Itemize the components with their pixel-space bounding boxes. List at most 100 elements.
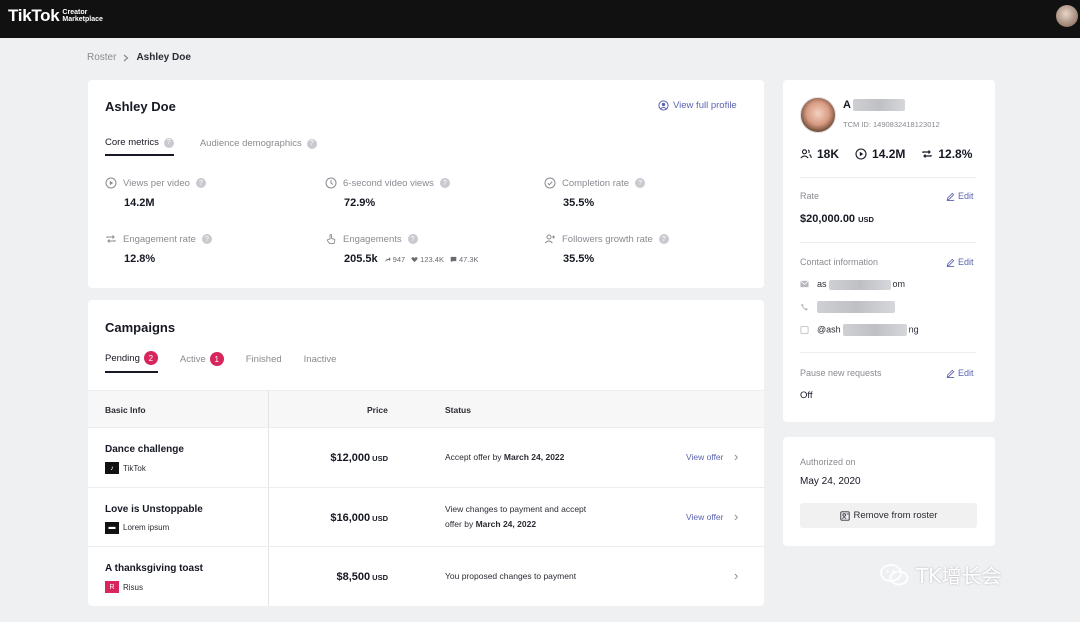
engagement-stat: 12.8% bbox=[921, 147, 972, 161]
wechat-icon bbox=[880, 563, 909, 585]
help-icon[interactable]: ? bbox=[201, 234, 212, 244]
help-icon[interactable]: ? bbox=[407, 234, 418, 244]
campaign-tabs: Pending 2 Active 1 Finished Inactive bbox=[105, 351, 336, 373]
price-currency: USD bbox=[372, 513, 388, 523]
table-row[interactable]: Dance challenge ♪ TikTok $12,000 USD Acce… bbox=[88, 428, 764, 488]
clock-icon bbox=[325, 177, 337, 189]
views-value: 14.2M bbox=[872, 147, 906, 161]
contact-email: as om bbox=[800, 279, 905, 290]
redacted-blur bbox=[817, 301, 895, 313]
help-icon[interactable]: ? bbox=[195, 178, 206, 188]
pencil-icon bbox=[946, 192, 955, 201]
campaigns-table: Basic Info Price Status Dance challenge … bbox=[88, 390, 764, 606]
authorization-card: Authorized on May 24, 2020 Remove from r… bbox=[783, 437, 995, 546]
pause-requests-label: Pause new requests bbox=[800, 368, 882, 378]
tab-pending[interactable]: Pending 2 bbox=[105, 351, 158, 373]
check-circle-icon bbox=[544, 177, 556, 189]
views-stat: 14.2M bbox=[855, 147, 905, 161]
creator-name: A bbox=[843, 99, 905, 112]
chevron-right-icon[interactable]: › bbox=[734, 509, 738, 524]
view-offer-link[interactable]: View offer bbox=[686, 512, 724, 522]
count-badge: 2 bbox=[143, 351, 158, 365]
status-text: View changes to payment and accept bbox=[445, 503, 587, 514]
edit-rate-button[interactable]: Edit bbox=[946, 191, 974, 201]
campaign-status: You proposed changes to payment bbox=[445, 569, 576, 584]
social-handle-icon bbox=[800, 326, 809, 334]
tab-label: Finished bbox=[245, 353, 282, 365]
tab-label: Inactive bbox=[303, 353, 337, 365]
social-suffix: ng bbox=[908, 324, 919, 335]
edit-label: Edit bbox=[958, 368, 974, 378]
campaign-title: A thanksgiving toast bbox=[105, 563, 203, 574]
help-icon[interactable]: ? bbox=[306, 138, 317, 149]
engagement-value: 12.8% bbox=[938, 147, 973, 161]
user-avatar[interactable] bbox=[1056, 5, 1078, 27]
tiktok-creator-marketplace-logo[interactable]: TikTok Creator Marketplace bbox=[8, 6, 103, 26]
metric-value: 12.8% bbox=[124, 253, 156, 265]
brand-name: TikTok bbox=[123, 463, 146, 473]
comments-value: 47.3K bbox=[458, 254, 479, 264]
hand-pointer-icon bbox=[326, 233, 336, 245]
user-circle-icon bbox=[658, 100, 669, 111]
share-arrow-icon bbox=[384, 256, 391, 262]
logo-wordmark: TikTok bbox=[8, 6, 60, 25]
brand-logo-icon: R bbox=[105, 581, 119, 593]
redacted-blur bbox=[828, 279, 891, 290]
tab-finished[interactable]: Finished bbox=[246, 351, 282, 373]
status-date: March 24, 2022 bbox=[475, 518, 537, 529]
help-icon[interactable]: ? bbox=[163, 137, 174, 148]
metric-label: 6-second video views bbox=[343, 177, 434, 189]
table-row[interactable]: A thanksgiving toast R Risus $8,500 USD Y… bbox=[88, 547, 764, 606]
divider bbox=[800, 177, 976, 178]
tab-active[interactable]: Active 1 bbox=[180, 351, 224, 373]
campaign-price: $12,000 USD bbox=[330, 452, 388, 464]
metric-views-per-video: Views per video ? 14.2M bbox=[105, 177, 206, 209]
metric-label: Views per video bbox=[123, 177, 190, 189]
campaign-price: $8,500 USD bbox=[337, 571, 389, 583]
remove-from-roster-button[interactable]: Remove from roster bbox=[800, 503, 977, 528]
campaign-status: View changes to payment and accept offer… bbox=[445, 502, 586, 532]
comments-count: 47.3K bbox=[450, 255, 479, 264]
rate-amount: $20,000.00 bbox=[800, 213, 856, 225]
basic-info-cell: Dance challenge ♪ TikTok bbox=[88, 428, 269, 487]
help-icon[interactable]: ? bbox=[635, 178, 646, 188]
metrics-tabs: Core metrics ? Audience demographics ? bbox=[105, 137, 317, 156]
breadcrumb-roster[interactable]: Roster bbox=[87, 52, 116, 63]
view-offer-link[interactable]: View offer bbox=[686, 452, 724, 462]
tiktok-brand-icon: ♪ bbox=[105, 462, 119, 474]
users-icon bbox=[800, 149, 812, 159]
metric-label: Engagements bbox=[343, 233, 402, 245]
metric-completion-rate: Completion rate ? 35.5% bbox=[544, 177, 646, 209]
table-row[interactable]: Love is Unstoppable ▬ Lorem ipsum $16,00… bbox=[88, 487, 764, 547]
edit-contact-button[interactable]: Edit bbox=[946, 257, 974, 267]
shares-value: 947 bbox=[392, 254, 406, 264]
campaign-title: Dance challenge bbox=[105, 444, 184, 455]
repeat-icon bbox=[106, 235, 116, 243]
metric-value: 35.5% bbox=[563, 197, 595, 209]
metric-engagements: Engagements ? 205.5k 947 123.4K 47.3K bbox=[325, 233, 479, 265]
watermark-text: TK增长会 bbox=[916, 564, 1002, 588]
chevron-right-icon[interactable]: › bbox=[734, 568, 738, 583]
view-full-profile-link[interactable]: View full profile bbox=[658, 100, 737, 111]
play-circle-icon bbox=[855, 148, 867, 160]
column-price: Price bbox=[367, 405, 388, 415]
metric-label: Completion rate bbox=[562, 177, 630, 189]
campaign-brand: R Risus bbox=[105, 581, 143, 593]
count-badge: 1 bbox=[209, 352, 224, 366]
metric-value: 72.9% bbox=[344, 197, 376, 209]
tab-inactive[interactable]: Inactive bbox=[304, 351, 337, 373]
redacted-blur bbox=[842, 324, 907, 336]
price-amount: $8,500 bbox=[336, 571, 371, 583]
help-icon[interactable]: ? bbox=[439, 178, 450, 188]
edit-label: Edit bbox=[958, 257, 974, 267]
chevron-right-icon[interactable]: › bbox=[734, 449, 738, 464]
edit-pause-button[interactable]: Edit bbox=[946, 368, 974, 378]
tab-audience-demographics[interactable]: Audience demographics ? bbox=[200, 137, 317, 156]
help-icon[interactable]: ? bbox=[658, 234, 669, 244]
tab-core-metrics[interactable]: Core metrics ? bbox=[105, 137, 174, 156]
metric-label: Followers growth rate bbox=[562, 233, 653, 245]
contact-social: @ash ng bbox=[800, 324, 919, 336]
breadcrumb: Roster Ashley Doe bbox=[87, 52, 191, 63]
authorized-date: May 24, 2020 bbox=[800, 476, 861, 487]
tcm-id: TCM ID: 1490832418123012 bbox=[843, 120, 940, 129]
